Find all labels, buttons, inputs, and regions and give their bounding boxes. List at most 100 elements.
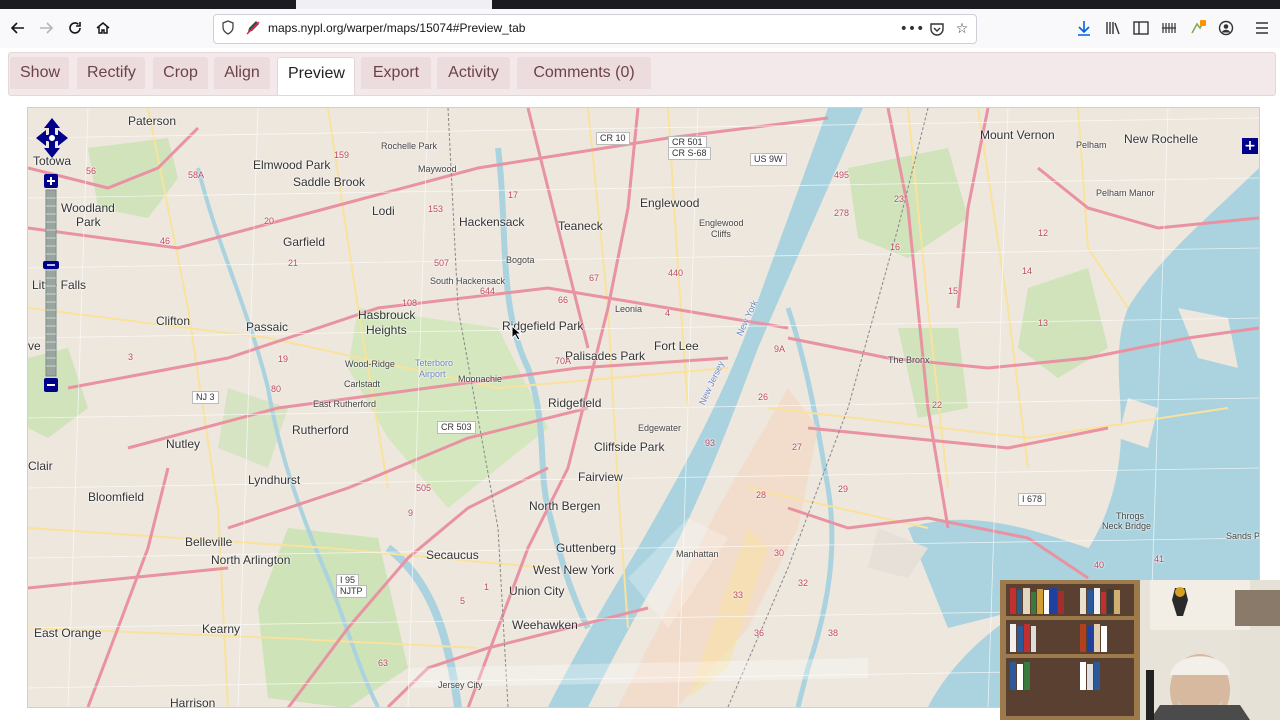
tab-comments[interactable]: Comments (0): [517, 57, 651, 89]
route-number: 30: [774, 548, 785, 558]
map-label: Moonachie: [458, 374, 503, 384]
route-number: 56: [86, 166, 97, 176]
map-tabs-bar: Show Rectify Crop Align Preview Export A…: [0, 48, 1280, 98]
tab-preview[interactable]: Preview: [277, 57, 355, 95]
layer-switcher-plus-icon[interactable]: +: [1242, 138, 1258, 154]
route-number: 27: [792, 442, 803, 452]
map-label: Weehawken: [512, 618, 578, 632]
extension-icon[interactable]: [1158, 17, 1180, 39]
browser-active-tab[interactable]: [296, 0, 492, 9]
tab-show[interactable]: Show: [10, 57, 69, 89]
map-label: Lyndhurst: [248, 473, 301, 487]
map-label: Mount Vernon: [980, 128, 1055, 142]
zoom-slider[interactable]: [43, 174, 59, 394]
pan-control[interactable]: [35, 116, 69, 160]
route-number: 67: [589, 273, 600, 283]
map-label: Bogota: [506, 255, 535, 265]
map-label: Teaneck: [558, 219, 603, 233]
map-label: Bloomfield: [88, 490, 145, 504]
route-number: 41: [1154, 554, 1165, 564]
forward-icon[interactable]: [33, 15, 59, 41]
route-number: 29: [838, 484, 849, 494]
route-number: 70A: [555, 356, 572, 366]
map-label: Hasbrouck: [358, 308, 416, 322]
route-number: 22: [932, 400, 943, 410]
route-number: 66: [558, 295, 569, 305]
map-label: Hackensack: [459, 215, 525, 229]
route-number: 16: [890, 242, 901, 252]
download-icon[interactable]: [1073, 17, 1095, 39]
route-number: 93: [705, 438, 716, 448]
map-label: Fairview: [578, 470, 623, 484]
tab-crop[interactable]: Crop: [153, 57, 208, 89]
map-label: West New York: [533, 563, 615, 577]
map-label: Passaic: [246, 320, 289, 334]
pan-south-icon: [44, 142, 60, 158]
bookmark-star-icon[interactable]: ☆: [952, 19, 972, 39]
route-number: 505: [416, 483, 432, 493]
route-number: 644: [480, 286, 496, 296]
route-number: 4: [665, 308, 671, 318]
mouse-cursor-icon: [511, 325, 523, 341]
reload-icon[interactable]: [62, 15, 88, 41]
map-label: Pelham: [1076, 140, 1107, 150]
tab-export[interactable]: Export: [361, 57, 431, 89]
map-label: North Arlington: [211, 553, 291, 567]
route-number: 19: [278, 354, 289, 364]
route-number: 17: [508, 190, 519, 200]
route-number: 38: [828, 628, 839, 638]
map-label: Union City: [509, 584, 565, 598]
tab-rectify[interactable]: Rectify: [77, 57, 145, 89]
map-label: Sands Point: [1226, 531, 1260, 541]
map-label: East Orange: [34, 626, 102, 640]
map-label: Guttenberg: [556, 541, 617, 555]
tab-activity[interactable]: Activity: [437, 57, 510, 89]
shield-icon[interactable]: [222, 20, 234, 35]
route-number: 33: [733, 590, 744, 600]
map-label: Palisades Park: [565, 349, 646, 363]
route-number: 23: [894, 194, 905, 204]
map-label: Leonia: [615, 304, 643, 314]
map-label: Harrison: [170, 696, 216, 708]
road-shield: NJTP: [336, 585, 367, 598]
map-label: Pelham Manor: [1096, 188, 1155, 198]
map-label: Jersey City: [438, 680, 483, 690]
route-number: 32: [798, 578, 809, 588]
route-number: 9: [408, 508, 414, 518]
home-icon[interactable]: [90, 15, 116, 41]
back-icon[interactable]: [5, 15, 31, 41]
pencil-icon[interactable]: [246, 20, 260, 35]
map-label: Garfield: [283, 235, 326, 249]
library-icon[interactable]: [1102, 17, 1124, 39]
sidebar-icon[interactable]: [1130, 17, 1152, 39]
map-label: South Hackensack: [430, 276, 506, 286]
extension2-icon[interactable]: [1187, 17, 1209, 39]
map-label: East Rutherford: [313, 399, 377, 409]
route-number: 507: [434, 258, 450, 268]
map-label: Woodland: [61, 201, 115, 215]
pocket-icon[interactable]: [927, 19, 947, 39]
road-shield: I 678: [1018, 493, 1047, 506]
route-number: 13: [1038, 318, 1049, 328]
url-text[interactable]: maps.nypl.org/warper/maps/15074#Preview_…: [268, 21, 525, 35]
map-label: Edgewater: [638, 423, 682, 433]
route-number: 46: [160, 236, 171, 246]
tab-align[interactable]: Align: [214, 57, 270, 89]
account-icon[interactable]: [1215, 17, 1237, 39]
route-number: 63: [378, 658, 389, 668]
map-label: Airport: [419, 369, 446, 379]
map-label: Elmwood Park: [253, 158, 331, 172]
map-label: Nutley: [166, 437, 201, 451]
webcam-video: [1000, 580, 1280, 720]
menu-icon[interactable]: [1251, 17, 1273, 39]
browser-tab-strip: [0, 0, 1280, 9]
map-label: Englewood: [640, 196, 700, 210]
url-bar[interactable]: maps.nypl.org/warper/maps/15074#Preview_…: [213, 14, 977, 44]
route-number: 108: [402, 298, 418, 308]
route-number: 3: [128, 352, 134, 362]
map-label: Cliffs: [711, 229, 731, 239]
more-icon[interactable]: •••: [900, 19, 925, 39]
route-number: 9A: [774, 344, 786, 354]
map-label: New Rochelle: [1124, 132, 1199, 146]
route-number: 21: [288, 258, 299, 268]
